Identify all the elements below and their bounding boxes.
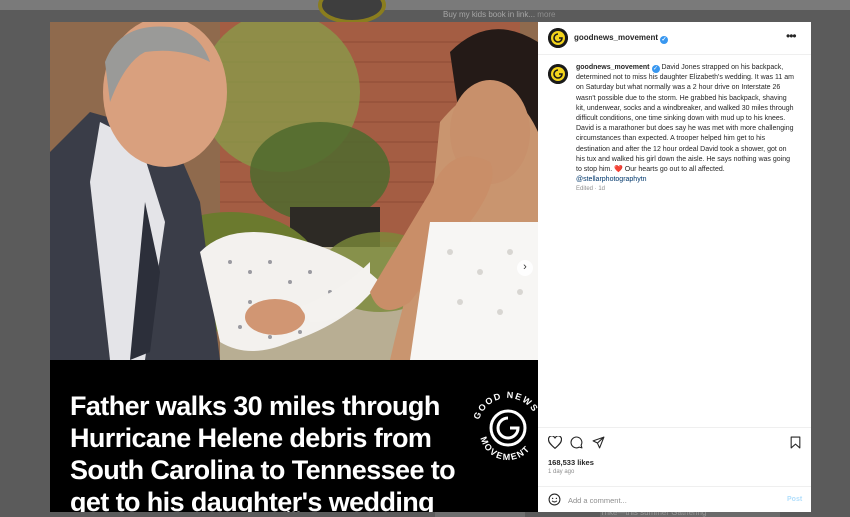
author-username[interactable]: goodnews_movement	[574, 33, 658, 42]
background-profile-ring	[318, 0, 386, 24]
post-actions	[538, 427, 811, 450]
carousel-dot	[297, 511, 300, 512]
post-author[interactable]: goodnews_movement ✓	[574, 33, 669, 44]
headline-line: Father walks 30 miles through	[70, 391, 440, 421]
post-headline: Father walks 30 miles through Hurricane …	[70, 390, 456, 512]
background-page-strip	[0, 0, 850, 10]
post-comment-button[interactable]: Post	[787, 496, 802, 503]
headline-line: get to his daughter's wedding	[70, 487, 435, 512]
verified-badge-icon: ✓	[651, 65, 660, 73]
caption-body: David Jones strapped on his backpack, de…	[576, 64, 794, 174]
background-more-link[interactable]: more	[537, 10, 555, 19]
comment-input[interactable]	[568, 493, 768, 507]
post-modal: › Father walks 30 miles through Hurrican…	[50, 22, 811, 512]
caption-username[interactable]: goodnews_movement	[576, 64, 650, 71]
avatar[interactable]	[548, 64, 568, 84]
avatar[interactable]	[548, 28, 568, 48]
add-comment-bar: Post	[538, 486, 811, 512]
post-side-panel: goodnews_movement ✓ ••• goodnews_movement…	[538, 22, 811, 512]
post-media: › Father walks 30 miles through Hurrican…	[50, 22, 538, 512]
svg-text:GOOD NEWS: GOOD NEWS	[471, 390, 538, 421]
background-link-text: Buy my kids book in link...	[443, 10, 536, 19]
caption-tail: Our hearts go out to all affected.	[622, 166, 725, 174]
carousel-dot	[287, 511, 290, 512]
good-news-movement-seal: GOOD NEWS MOVEMENT	[471, 390, 538, 462]
post-timestamp[interactable]: 1 day ago	[548, 469, 574, 475]
headline-line: South Carolina to Tennessee to	[70, 455, 456, 485]
heart-emoji: ❤️	[614, 166, 623, 174]
more-options-icon[interactable]: •••	[786, 29, 797, 43]
verified-badge-icon: ✓	[660, 36, 669, 44]
background-bio-link: Buy my kids book in link... more	[443, 10, 556, 19]
post-photo	[50, 22, 538, 360]
heart-icon[interactable]	[548, 436, 562, 449]
chevron-right-icon: ›	[523, 261, 527, 273]
share-icon[interactable]	[592, 436, 605, 449]
bookmark-icon[interactable]	[790, 436, 801, 449]
caption-mention-link[interactable]: @stellarphotographytn	[576, 176, 647, 183]
carousel-dot	[292, 511, 295, 512]
emoji-icon[interactable]	[548, 493, 561, 506]
like-count[interactable]: 168,533 likes	[548, 458, 594, 467]
post-header: goodnews_movement ✓ •••	[538, 22, 811, 55]
edited-label: Edited · 1d	[576, 186, 606, 192]
headline-bar: Father walks 30 miles through Hurricane …	[50, 360, 538, 512]
comment-icon[interactable]	[570, 436, 583, 449]
next-slide-button[interactable]: ›	[517, 260, 533, 276]
post-caption: goodnews_movement ✓ David Jones strapped …	[576, 63, 794, 185]
headline-line: Hurricane Helene debris from	[70, 423, 432, 453]
carousel-indicator	[286, 501, 301, 512]
